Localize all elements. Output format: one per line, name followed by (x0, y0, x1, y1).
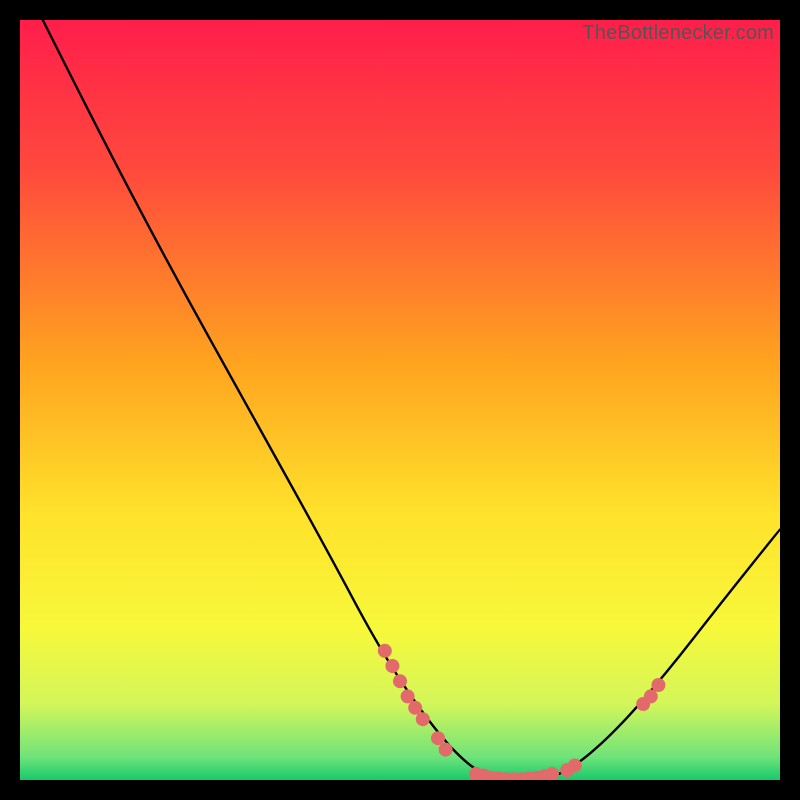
curve-marker (378, 644, 392, 658)
curve-marker (644, 689, 658, 703)
chart-frame: TheBottlenecker.com (20, 20, 780, 780)
curve-marker (568, 759, 582, 773)
curve-marker (651, 678, 665, 692)
curve-marker (431, 731, 445, 745)
bottleneck-curve-chart (20, 20, 780, 780)
curve-marker (385, 659, 399, 673)
curve-marker (439, 743, 453, 757)
curve-marker (393, 674, 407, 688)
gradient-background (20, 20, 780, 780)
curve-marker (408, 701, 422, 715)
watermark-label: TheBottlenecker.com (582, 22, 774, 45)
curve-marker (401, 689, 415, 703)
curve-marker (416, 712, 430, 726)
